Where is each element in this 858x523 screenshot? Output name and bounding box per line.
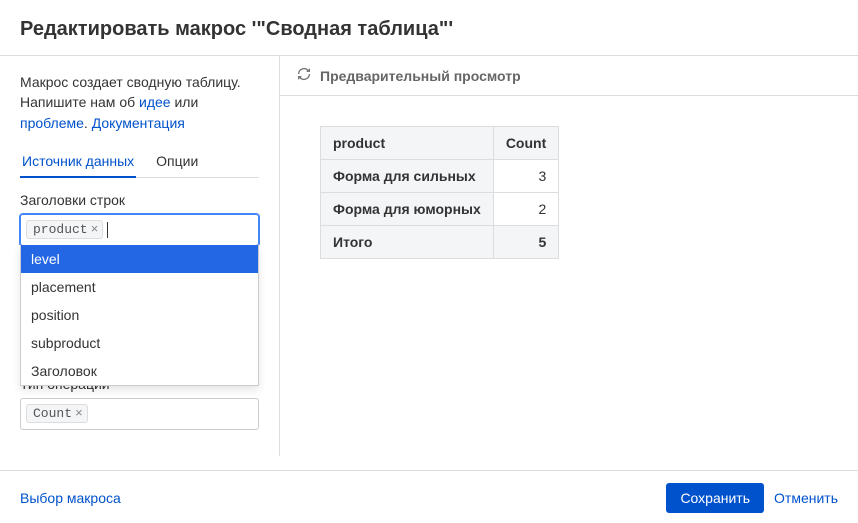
preview-table: product Count Форма для сильных 3 Форма … [320,126,559,259]
row-label: Форма для юморных [321,193,494,226]
preview-body: product Count Форма для сильных 3 Форма … [280,96,858,456]
tag-count: Count × [26,404,88,423]
text-cursor [107,222,108,238]
dropdown-item-subproduct[interactable]: subproduct [21,329,258,357]
col-product: product [321,127,494,160]
tag-label: product [33,222,88,237]
preview-title: Предварительный просмотр [320,68,521,84]
table-row: Форма для сильных 3 [321,160,559,193]
intro-text: Макрос создает сводную таблицу. Напишите… [20,72,259,133]
tag-remove-icon[interactable]: × [91,222,99,237]
tab-options[interactable]: Опции [154,147,200,177]
cancel-button[interactable]: Отменить [774,490,838,506]
tab-data-source[interactable]: Источник данных [20,147,136,177]
row-value: 2 [493,193,558,226]
col-count: Count [493,127,558,160]
dropdown-item-placement[interactable]: placement [21,273,258,301]
table-header-row: product Count [321,127,559,160]
row-label: Форма для сильных [321,160,494,193]
tabs: Источник данных Опции [20,147,259,178]
documentation-link[interactable]: Документация [92,115,185,131]
dialog-body: Макрос создает сводную таблицу. Напишите… [0,56,858,456]
preview-panel: Предварительный просмотр product Count Ф… [280,56,858,456]
table-total-row: Итого 5 [321,226,559,259]
tag-remove-icon[interactable]: × [75,406,83,421]
select-macro-link[interactable]: Выбор макроса [20,490,121,506]
total-value: 5 [493,226,558,259]
intro-part3: . [84,115,92,131]
table-row: Форма для юморных 2 [321,193,559,226]
preview-header: Предварительный просмотр [280,56,858,96]
row-headers-label: Заголовки строк [20,192,259,208]
intro-part1: Макрос создает сводную таблицу. Напишите… [20,74,241,110]
refresh-icon[interactable] [296,66,312,85]
footer-actions: Сохранить Отменить [666,483,838,513]
dropdown-item-header[interactable]: Заголовок [21,357,258,385]
dialog-title: Редактировать макрос '"Сводная таблица"' [20,18,838,41]
tag-product: product × [26,220,103,239]
settings-panel: Макрос создает сводную таблицу. Напишите… [0,56,280,456]
row-headers-input[interactable]: product × level placement position subpr… [20,214,259,246]
dropdown-item-level[interactable]: level [21,245,258,273]
operation-type-input[interactable]: Count × [20,398,259,430]
tag-label: Count [33,406,72,421]
intro-part2: или [171,94,199,110]
save-button[interactable]: Сохранить [666,483,764,513]
row-headers-field: Заголовки строк product × level placemen… [20,192,259,246]
idea-link[interactable]: идее [139,94,171,110]
row-headers-dropdown: level placement position subproduct Заго… [20,245,259,386]
dialog-footer: Выбор макроса Сохранить Отменить [0,470,858,523]
row-value: 3 [493,160,558,193]
dropdown-item-position[interactable]: position [21,301,258,329]
total-label: Итого [321,226,494,259]
problem-link[interactable]: проблеме [20,115,84,131]
dialog-header: Редактировать макрос '"Сводная таблица"' [0,0,858,56]
